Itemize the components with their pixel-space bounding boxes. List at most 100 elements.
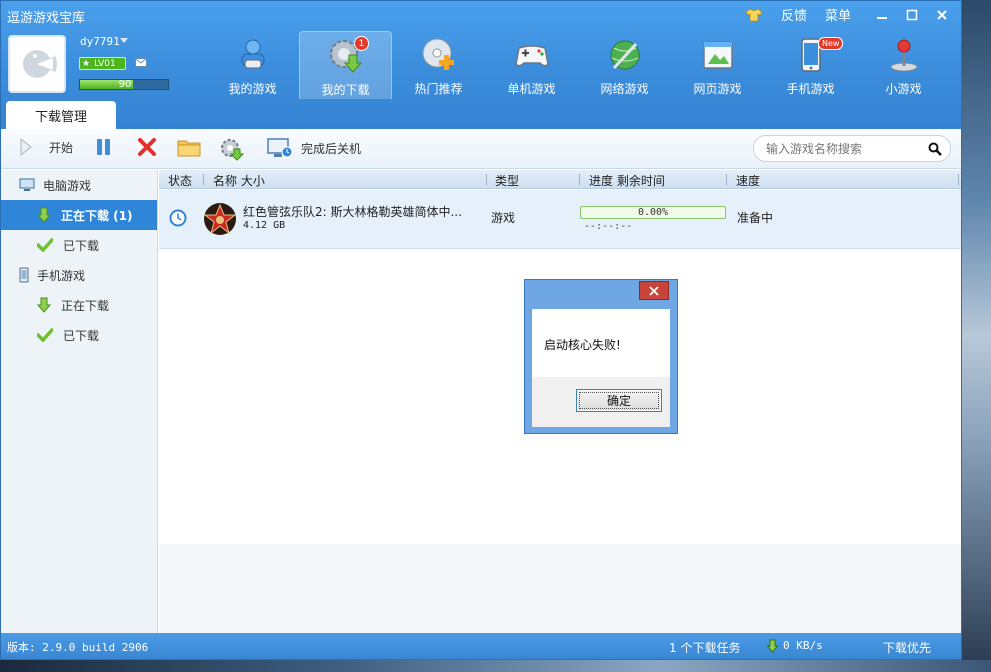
download-speed: 准备中: [737, 211, 774, 225]
sidebar-item-mobile-downloading[interactable]: 正在下载: [1, 290, 157, 320]
disc-plus-icon: [422, 38, 454, 70]
checkmark-icon: [37, 328, 53, 342]
sidebar-item-label: 正在下载 (1): [61, 208, 133, 223]
desktop-background-right: [962, 0, 991, 672]
sidebar-section-label: 电脑游戏: [43, 178, 92, 193]
tab-download-manager[interactable]: 下载管理: [6, 101, 116, 129]
nav-mini-games[interactable]: 小游戏: [857, 31, 950, 99]
list-footer-area: [159, 544, 961, 633]
folder-icon: [177, 140, 201, 157]
search-box[interactable]: [753, 135, 951, 162]
feedback-link[interactable]: 反馈: [781, 5, 807, 24]
level-badge: ★ LV01: [79, 57, 126, 70]
gear-download-icon: [221, 139, 245, 161]
checkmark-icon: [37, 238, 53, 252]
pause-icon: [97, 139, 110, 155]
nav-label: 我的游戏: [228, 82, 277, 96]
skin-button[interactable]: [745, 8, 763, 22]
toolbar: 开始 完成后关机: [1, 129, 961, 169]
sidebar-section-pc-games[interactable]: 电脑游戏: [1, 170, 157, 200]
experience-value: 90: [118, 79, 132, 90]
nav-label: 网络游戏: [600, 82, 649, 96]
app-window: 逗游游戏宝库 反馈 菜单 dy7791 ★ LV01 90 我的游戏 1 我的下…: [0, 0, 962, 660]
username[interactable]: dy7791: [80, 35, 120, 48]
nav-online-games[interactable]: 网络游戏: [578, 31, 671, 99]
shutdown-after-complete-button[interactable]: 完成后关机: [267, 137, 361, 159]
sidebar-item-mobile-downloaded[interactable]: 已下载: [1, 320, 157, 350]
maximize-button[interactable]: [897, 6, 927, 24]
minimize-icon: [877, 16, 887, 19]
download-size: 4.12 GB: [243, 220, 286, 231]
minimize-button[interactable]: [867, 6, 897, 24]
remaining-time: --:--:--: [584, 221, 633, 232]
download-arrow-icon: [37, 207, 51, 223]
sidebar-item-pc-downloading[interactable]: 正在下载 (1): [1, 200, 157, 230]
settings-download-button[interactable]: [219, 137, 245, 161]
column-type[interactable]: 类型: [495, 172, 519, 189]
priority-mode[interactable]: 下载优先: [883, 639, 931, 656]
gamepad-icon: [514, 45, 549, 67]
column-separator: [579, 174, 580, 185]
nav-my-games[interactable]: 我的游戏: [206, 31, 299, 99]
sidebar-section-mobile-games[interactable]: 手机游戏: [1, 260, 157, 290]
open-folder-button[interactable]: [177, 137, 201, 157]
sidebar-item-label: 已下载: [63, 238, 100, 253]
play-icon: [20, 137, 32, 157]
monitor-clock-icon: [267, 138, 293, 158]
sidebar-item-label: 已下载: [63, 328, 100, 343]
mobile-phone-icon: [19, 267, 29, 283]
nav-label: 手机游戏: [786, 82, 835, 96]
column-separator: [486, 174, 487, 185]
download-type: 游戏: [491, 211, 516, 225]
version-text: 版本: 2.9.0 build 2906: [7, 641, 149, 654]
chevron-down-icon[interactable]: [120, 38, 128, 44]
shirt-icon: [745, 8, 763, 21]
pause-button[interactable]: [95, 137, 113, 157]
close-icon: [937, 9, 947, 20]
nav-hot-recommend[interactable]: 热门推荐: [392, 31, 485, 99]
column-separator: [958, 174, 959, 185]
sidebar-item-label: 正在下载: [61, 298, 110, 313]
column-progress-time[interactable]: 进度 剩余时间: [589, 172, 665, 189]
nav-my-downloads[interactable]: 1 我的下载: [299, 31, 392, 99]
close-icon: [649, 285, 659, 296]
desktop-background-bottom: [0, 660, 991, 672]
shutdown-label: 完成后关机: [301, 141, 362, 156]
status-bar: 版本: 2.9.0 build 2906 1 个下载任务 0 KB/s 下载优先: [1, 633, 961, 659]
new-badge: New: [818, 37, 844, 50]
nav-label: 小游戏: [885, 82, 922, 96]
webpage-icon: [702, 41, 733, 69]
ok-button[interactable]: 确定: [576, 389, 662, 412]
start-button[interactable]: 开始: [19, 137, 73, 157]
download-arrow-icon: [37, 297, 51, 313]
column-separator: [726, 174, 727, 185]
nav-mobile-games[interactable]: New 手机游戏: [764, 31, 857, 99]
table-row[interactable]: 红色管弦乐队2: 斯大林格勒英雄简体中... 4.12 GB 游戏 0.00% …: [159, 190, 961, 249]
close-button[interactable]: [927, 6, 957, 24]
task-count: 1 个下载任务: [669, 641, 741, 655]
column-status[interactable]: 状态: [168, 172, 192, 189]
delete-icon: [138, 138, 156, 156]
avatar-icon: [16, 44, 57, 84]
sidebar-item-pc-downloaded[interactable]: 已下载: [1, 230, 157, 260]
clock-icon: [169, 209, 187, 227]
column-speed[interactable]: 速度: [736, 172, 760, 189]
search-input[interactable]: [766, 141, 926, 156]
header: 逗游游戏宝库 反馈 菜单 dy7791 ★ LV01 90 我的游戏 1 我的下…: [1, 1, 961, 129]
download-name: 红色管弦乐队2: 斯大林格勒英雄简体中...: [243, 205, 462, 219]
app-title: 逗游游戏宝库: [7, 11, 86, 26]
dialog-close-button[interactable]: [639, 281, 669, 300]
person-gamepad-icon: [241, 39, 264, 69]
nav-single-player[interactable]: 单机游戏: [485, 31, 578, 99]
dialog-message: 启动核心失败!: [532, 309, 670, 377]
start-label: 开始: [49, 140, 74, 155]
speed-text: 0 KB/s: [783, 639, 823, 652]
delete-button[interactable]: [137, 137, 157, 157]
nav-web-games[interactable]: 网页游戏: [671, 31, 764, 99]
nav-label: 单机游戏: [507, 82, 556, 96]
menu-link[interactable]: 菜单: [825, 5, 851, 24]
mail-icon[interactable]: [135, 58, 147, 67]
avatar[interactable]: [8, 35, 66, 93]
column-name-size[interactable]: 名称 大小: [213, 172, 265, 189]
search-icon[interactable]: [928, 142, 942, 156]
